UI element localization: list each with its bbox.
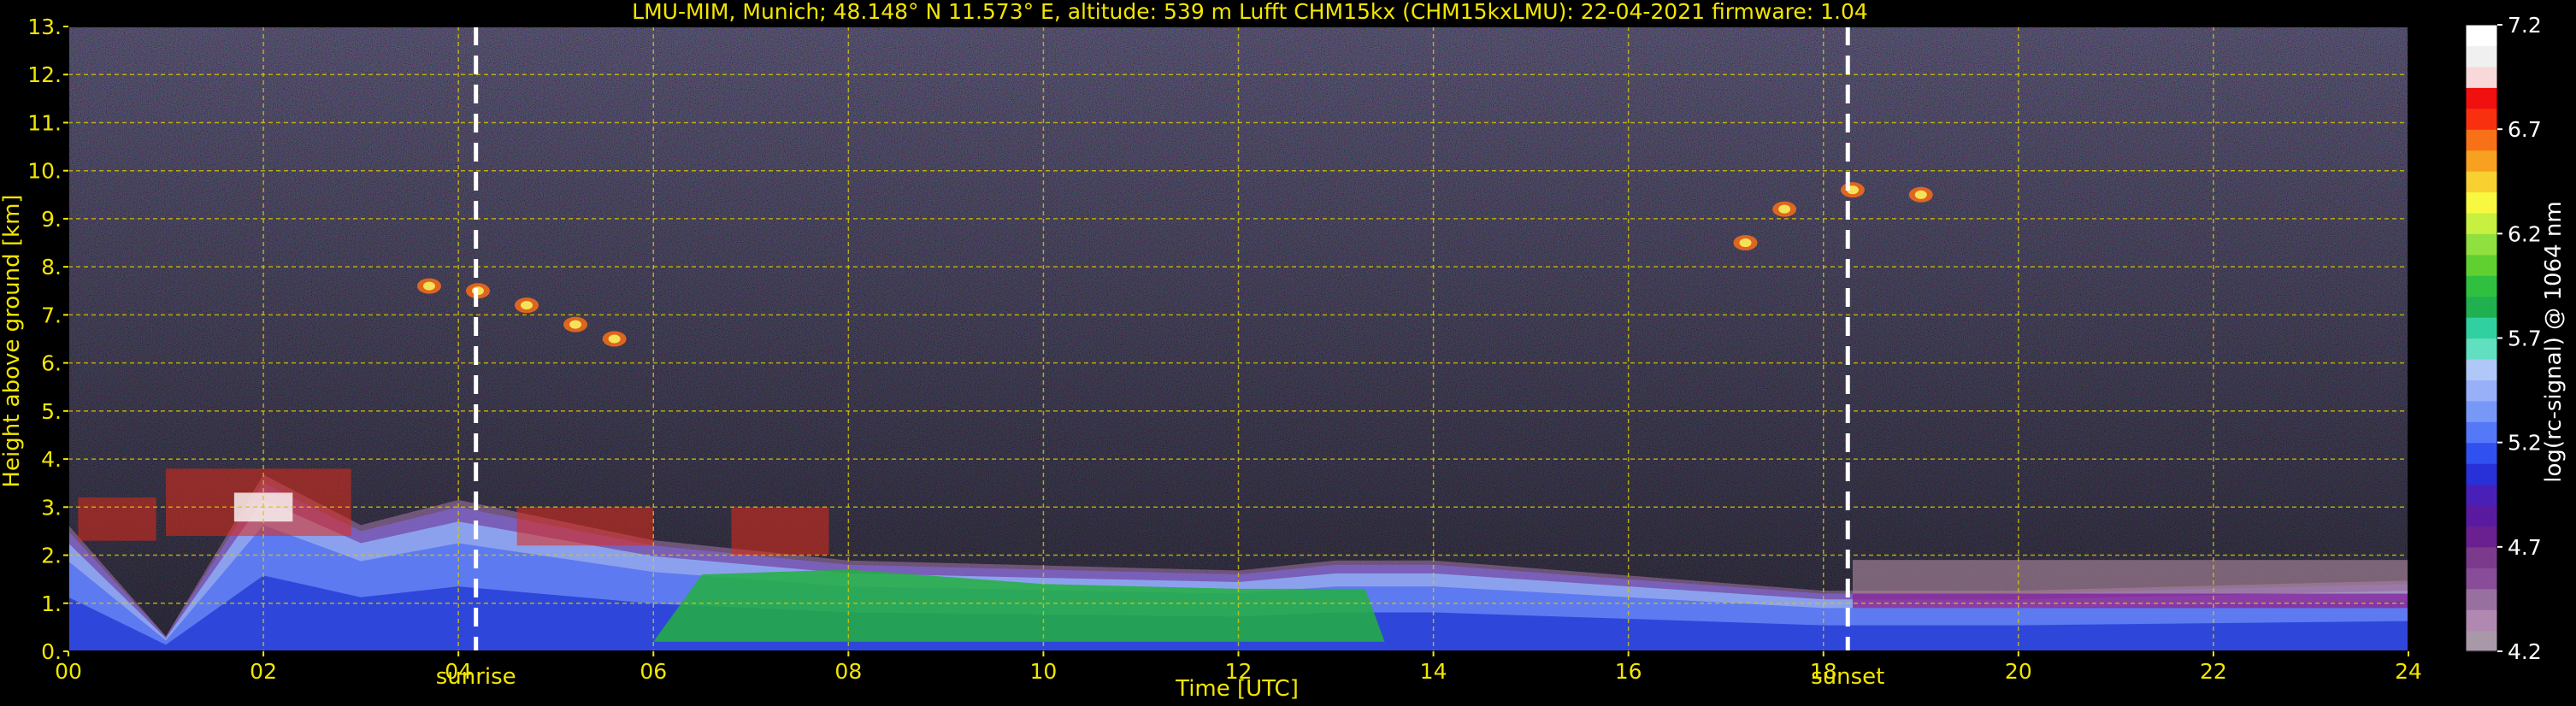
y-tick-label: 0. [41, 639, 62, 664]
cloud-patch [516, 507, 654, 546]
colorbar-segment [2466, 87, 2497, 109]
colorbar-segment [2466, 421, 2497, 444]
y-tick-label: 4. [41, 447, 62, 472]
x-tick-label: 10 [1030, 659, 1058, 684]
x-axis-label: Time [UTC] [1175, 676, 1299, 702]
y-tick-label: 9. [41, 207, 62, 232]
colorbar-segment [2466, 338, 2497, 360]
colorbar-tick-label: 4.2 [2508, 639, 2542, 664]
x-tick-label: 20 [2005, 659, 2032, 684]
colorbar-segment [2466, 233, 2497, 256]
y-tick-label: 11. [27, 110, 62, 135]
colorbar-segment [2466, 504, 2497, 527]
cloud-streak-core [1914, 190, 1927, 199]
colorbar-tick-label: 4.7 [2508, 535, 2542, 560]
y-axis-label: Height above ground [km] [0, 194, 25, 487]
colorbar-tick-label: 6.7 [2508, 117, 2542, 142]
colorbar-segment [2466, 568, 2497, 590]
colorbar-segment [2466, 546, 2497, 568]
colorbar-segment [2466, 171, 2497, 193]
y-tick-label: 6. [41, 351, 62, 376]
colorbar-segment [2466, 400, 2497, 422]
layer-night-residual [1852, 560, 2408, 594]
colorbar-segment [2466, 358, 2497, 380]
colorbar-segment [2466, 66, 2497, 88]
colorbar-segment [2466, 129, 2497, 151]
x-tick-label: 02 [250, 659, 277, 684]
colorbar-segment [2466, 296, 2497, 318]
colorbar-label: log(rc-signal) @ 1064 nm [2541, 201, 2567, 482]
colorbar-segment [2466, 484, 2497, 506]
y-tick-label: 8. [41, 255, 62, 279]
cloud-patch [731, 507, 829, 556]
cloud-streak-core [569, 320, 582, 329]
cloud-streak-core [1778, 204, 1791, 214]
layer-night-top [1852, 593, 2408, 609]
x-tick-label: 24 [2395, 659, 2422, 684]
y-tick-label: 3. [41, 495, 62, 520]
y-tick-label: 12. [27, 62, 62, 87]
y-tick-label: 2. [41, 544, 62, 568]
x-tick-label: 16 [1615, 659, 1642, 684]
colorbar-segment [2466, 191, 2497, 214]
colorbar-segment [2466, 442, 2497, 464]
plot-area [68, 26, 2409, 652]
sunrise-label: sunrise [436, 664, 516, 690]
y-tick-label: 7. [41, 303, 62, 327]
sunset-label: sunset [1811, 664, 1884, 690]
colorbar-segment [2466, 108, 2497, 130]
colorbar-segment [2466, 254, 2497, 276]
colorbar-segment [2466, 212, 2497, 234]
cloud-streak-core [520, 301, 533, 310]
colorbar-segment [2466, 526, 2497, 548]
y-tick-label: 1. [41, 591, 62, 616]
colorbar-segment [2466, 317, 2497, 339]
colorbar-segment [2466, 150, 2497, 172]
colorbar-segment [2466, 630, 2497, 652]
colorbar-segment [2466, 275, 2497, 297]
x-tick-label: 08 [834, 659, 862, 684]
y-tick-label: 5. [41, 399, 62, 424]
cloud-streak-core [608, 334, 621, 344]
colorbar-tick-label: 6.2 [2508, 221, 2542, 246]
cloud-streak-core [422, 281, 435, 291]
y-tick-label: 10. [27, 159, 62, 184]
chart-title: LMU-MIM, Munich; 48.148° N 11.573° E, al… [632, 0, 1868, 24]
colorbar-segment [2466, 25, 2497, 47]
colorbar-segment [2466, 45, 2497, 68]
colorbar-segment [2466, 588, 2497, 610]
y-tick-label: 13. [27, 15, 62, 39]
colorbar: 4.2 4.7 5.2 5.7 6.2 6.7 7.2 [2465, 13, 2542, 664]
colorbar-tick-label: 7.2 [2508, 13, 2542, 38]
colorbar-segment [2466, 379, 2497, 402]
cloud-patch [78, 497, 156, 541]
x-tick-label: 06 [640, 659, 667, 684]
cloud-streak-core [1739, 238, 1752, 248]
colorbar-tick-label: 5.7 [2508, 327, 2542, 351]
colorbar-segment [2466, 609, 2497, 632]
x-tick-label: 22 [2200, 659, 2227, 684]
x-tick-label: 14 [1420, 659, 1447, 684]
ceilometer-figure: 00 02 04 06 08 10 12 14 16 18 20 22 240.1.2.3.4.5.6.… [0, 0, 2567, 702]
colorbar-tick-label: 5.2 [2508, 431, 2542, 456]
colorbar-segment [2466, 463, 2497, 485]
